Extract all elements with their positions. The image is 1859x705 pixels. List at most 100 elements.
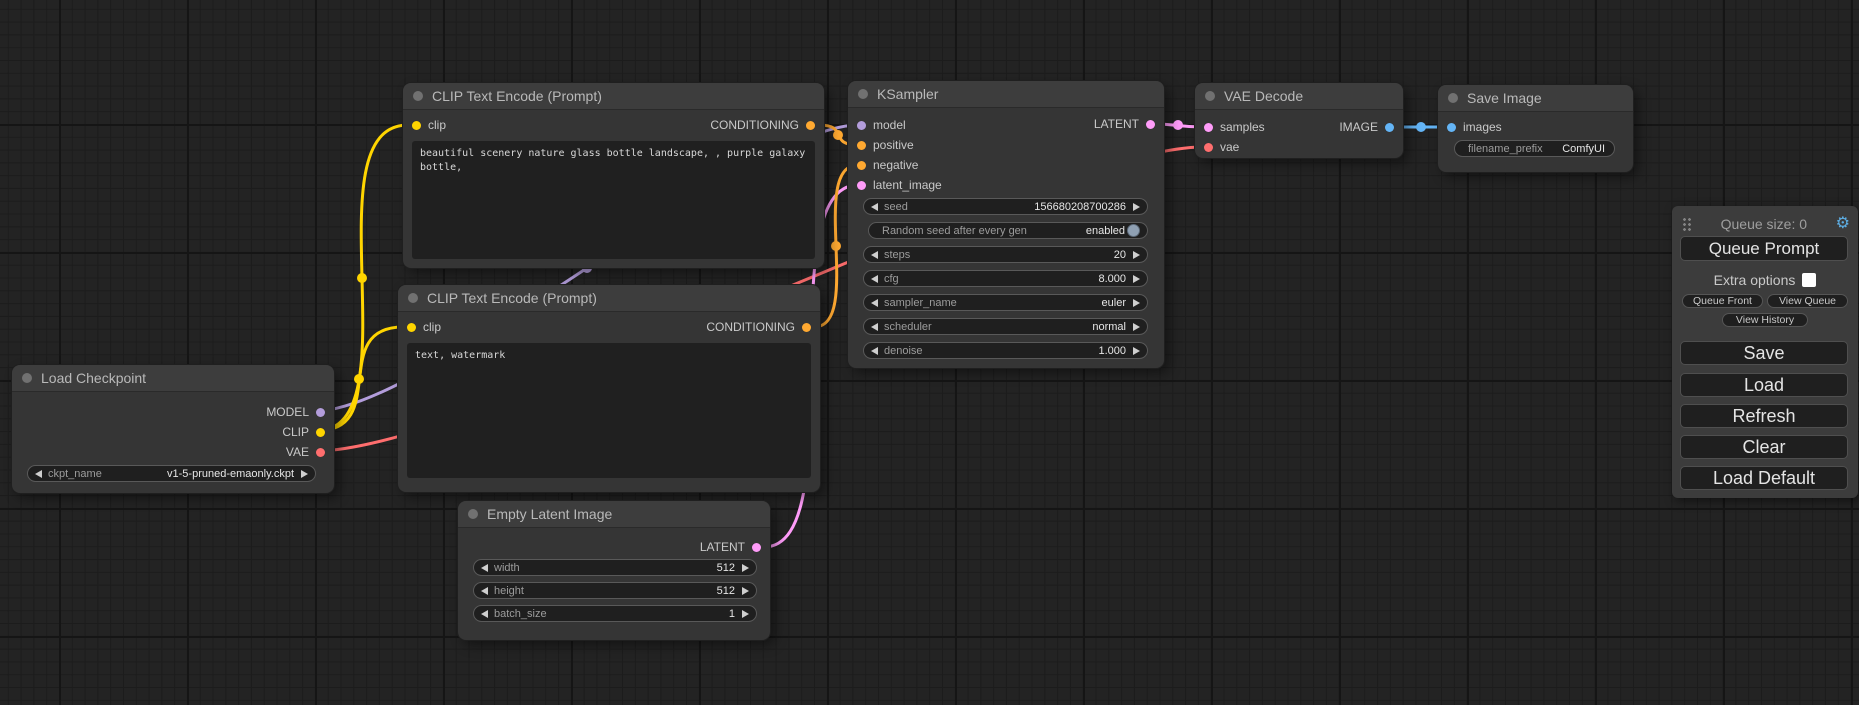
decrement-arrow-icon[interactable] [871, 299, 878, 307]
increment-arrow-icon[interactable] [1133, 323, 1140, 331]
output-slot-latent[interactable]: LATENT [1094, 114, 1155, 134]
queue-panel[interactable]: Queue size: 0 ⚙ Queue Prompt Extra optio… [1672, 206, 1858, 498]
latent-slot-icon[interactable] [752, 543, 761, 552]
latent-slot-icon[interactable] [1204, 123, 1213, 132]
decrement-arrow-icon[interactable] [35, 470, 42, 478]
queue-front-button[interactable]: Queue Front [1682, 294, 1763, 308]
node-title-bar[interactable]: Load Checkpoint [12, 365, 334, 392]
node-title-bar[interactable]: KSampler [848, 81, 1164, 108]
steps-widget[interactable]: steps 20 [863, 246, 1148, 263]
node-load-checkpoint[interactable]: Load Checkpoint MODEL CLIP VAE ckpt_name… [12, 365, 334, 493]
increment-arrow-icon[interactable] [742, 587, 749, 595]
node-title-bar[interactable]: Empty Latent Image [458, 501, 770, 528]
prompt-textarea[interactable]: beautiful scenery nature glass bottle la… [412, 141, 815, 259]
input-slot-clip[interactable]: clip [407, 317, 441, 337]
batch-size-widget[interactable]: batch_size 1 [473, 605, 757, 622]
collapse-dot-icon[interactable] [858, 89, 868, 99]
input-slot-model[interactable]: model [857, 115, 906, 135]
graph-canvas[interactable]: Load Checkpoint MODEL CLIP VAE ckpt_name… [0, 0, 1859, 705]
settings-gear-icon[interactable]: ⚙ [1836, 216, 1850, 232]
queue-prompt-button[interactable]: Queue Prompt [1680, 236, 1848, 261]
input-slot-latent-image[interactable]: latent_image [857, 175, 942, 195]
random-seed-widget[interactable]: Random seed after every gen enabled [868, 222, 1148, 239]
input-slot-vae[interactable]: vae [1204, 137, 1239, 157]
conditioning-slot-icon[interactable] [802, 323, 811, 332]
drag-handle-icon[interactable] [1682, 217, 1692, 231]
node-title-bar[interactable]: CLIP Text Encode (Prompt) [398, 285, 820, 312]
prompt-textarea[interactable]: text, watermark [407, 343, 811, 478]
model-slot-icon[interactable] [857, 121, 866, 130]
ckpt-name-widget[interactable]: ckpt_name v1-5-pruned-emaonly.ckpt [27, 465, 316, 482]
collapse-dot-icon[interactable] [22, 373, 32, 383]
image-slot-icon[interactable] [1385, 123, 1394, 132]
increment-arrow-icon[interactable] [742, 610, 749, 618]
latent-slot-icon[interactable] [857, 181, 866, 190]
clip-slot-icon[interactable] [412, 121, 421, 130]
conditioning-slot-icon[interactable] [806, 121, 815, 130]
sampler-name-widget[interactable]: sampler_name euler [863, 294, 1148, 311]
increment-arrow-icon[interactable] [1133, 251, 1140, 259]
increment-arrow-icon[interactable] [1133, 299, 1140, 307]
scheduler-widget[interactable]: scheduler normal [863, 318, 1148, 335]
collapse-dot-icon[interactable] [468, 509, 478, 519]
node-title-bar[interactable]: VAE Decode [1195, 83, 1403, 110]
width-widget[interactable]: width 512 [473, 559, 757, 576]
image-slot-icon[interactable] [1447, 123, 1456, 132]
increment-arrow-icon[interactable] [1133, 347, 1140, 355]
input-slot-negative[interactable]: negative [857, 155, 918, 175]
refresh-button[interactable]: Refresh [1680, 404, 1848, 428]
latent-slot-icon[interactable] [1146, 120, 1155, 129]
increment-arrow-icon[interactable] [301, 470, 308, 478]
node-empty-latent-image[interactable]: Empty Latent Image LATENT width 512 heig… [458, 501, 770, 640]
increment-arrow-icon[interactable] [742, 564, 749, 572]
increment-arrow-icon[interactable] [1133, 203, 1140, 211]
height-widget[interactable]: height 512 [473, 582, 757, 599]
output-slot-vae[interactable]: VAE [286, 442, 325, 462]
output-slot-image[interactable]: IMAGE [1339, 117, 1394, 137]
save-button[interactable]: Save [1680, 341, 1848, 365]
collapse-dot-icon[interactable] [413, 91, 423, 101]
view-history-button[interactable]: View History [1722, 313, 1808, 327]
input-slot-clip[interactable]: clip [412, 115, 446, 135]
output-slot-conditioning[interactable]: CONDITIONING [710, 115, 815, 135]
decrement-arrow-icon[interactable] [871, 203, 878, 211]
decrement-arrow-icon[interactable] [871, 323, 878, 331]
input-slot-positive[interactable]: positive [857, 135, 914, 155]
extra-options-checkbox[interactable] [1802, 273, 1816, 287]
node-clip-text-encode-positive[interactable]: CLIP Text Encode (Prompt) clip CONDITION… [403, 83, 824, 268]
collapse-dot-icon[interactable] [1448, 93, 1458, 103]
load-button[interactable]: Load [1680, 373, 1848, 397]
output-slot-clip[interactable]: CLIP [282, 422, 325, 442]
input-slot-images[interactable]: images [1447, 117, 1502, 137]
vae-slot-icon[interactable] [316, 448, 325, 457]
clip-slot-icon[interactable] [316, 428, 325, 437]
clear-button[interactable]: Clear [1680, 435, 1848, 459]
decrement-arrow-icon[interactable] [871, 275, 878, 283]
decrement-arrow-icon[interactable] [871, 251, 878, 259]
model-slot-icon[interactable] [316, 408, 325, 417]
seed-widget[interactable]: seed 156680208700286 [863, 198, 1148, 215]
denoise-widget[interactable]: denoise 1.000 [863, 342, 1148, 359]
collapse-dot-icon[interactable] [1205, 91, 1215, 101]
clip-slot-icon[interactable] [407, 323, 416, 332]
conditioning-slot-icon[interactable] [857, 141, 866, 150]
node-clip-text-encode-negative[interactable]: CLIP Text Encode (Prompt) clip CONDITION… [398, 285, 820, 492]
decrement-arrow-icon[interactable] [871, 347, 878, 355]
load-default-button[interactable]: Load Default [1680, 466, 1848, 490]
conditioning-slot-icon[interactable] [857, 161, 866, 170]
vae-slot-icon[interactable] [1204, 143, 1213, 152]
node-ksampler[interactable]: KSampler model positive negative latent_… [848, 81, 1164, 368]
toggle-icon[interactable] [1127, 224, 1140, 237]
increment-arrow-icon[interactable] [1133, 275, 1140, 283]
node-title-bar[interactable]: CLIP Text Encode (Prompt) [403, 83, 824, 110]
filename-prefix-widget[interactable]: filename_prefix ComfyUI [1454, 140, 1615, 157]
output-slot-conditioning[interactable]: CONDITIONING [706, 317, 811, 337]
decrement-arrow-icon[interactable] [481, 610, 488, 618]
node-title-bar[interactable]: Save Image [1438, 85, 1633, 112]
decrement-arrow-icon[interactable] [481, 587, 488, 595]
output-slot-model[interactable]: MODEL [266, 402, 325, 422]
cfg-widget[interactable]: cfg 8.000 [863, 270, 1148, 287]
input-slot-samples[interactable]: samples [1204, 117, 1265, 137]
decrement-arrow-icon[interactable] [481, 564, 488, 572]
view-queue-button[interactable]: View Queue [1767, 294, 1848, 308]
